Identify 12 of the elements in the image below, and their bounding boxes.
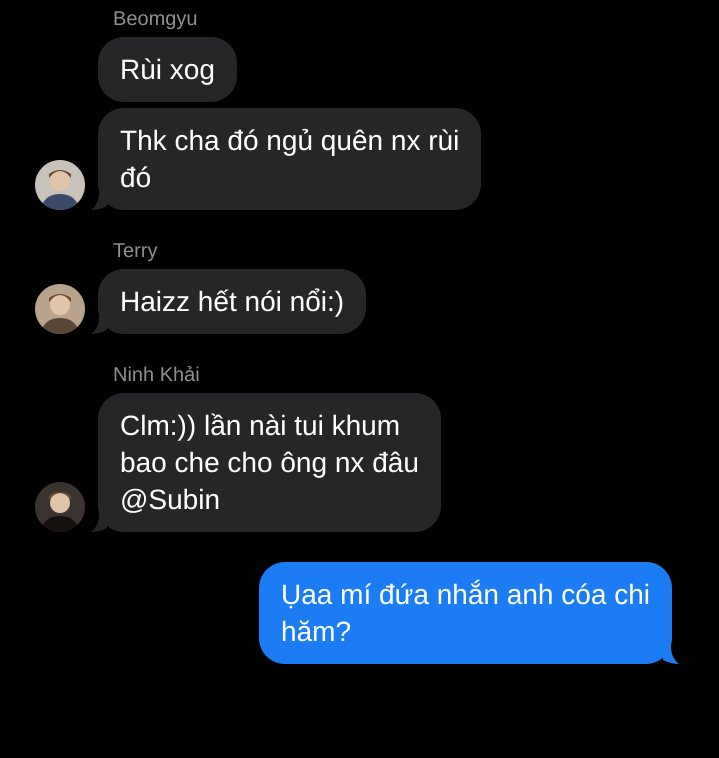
message-bubble: Ụaa mí đứa nhắn anh cóa chi hăm? bbox=[259, 562, 672, 664]
bubble-tail bbox=[91, 316, 107, 334]
sender-name: Ninh Khải bbox=[113, 364, 201, 387]
bubble-tail bbox=[91, 192, 107, 210]
sender-name: Beomgyu bbox=[113, 8, 198, 31]
bubble-tail bbox=[663, 646, 679, 664]
sender-name: Terry bbox=[113, 240, 158, 263]
message-bubble: Thk cha đó ngủ quên nx rùi đó bbox=[98, 108, 482, 210]
message-bubble: Rùi xog bbox=[98, 37, 237, 102]
bubble-tail bbox=[91, 514, 107, 532]
message-bubble: Haizz hết nói nổi:) bbox=[98, 269, 366, 334]
message-bubble: Clm:)) lần nài tui khum bao che cho ông nx đâu @Subin bbox=[98, 393, 441, 532]
